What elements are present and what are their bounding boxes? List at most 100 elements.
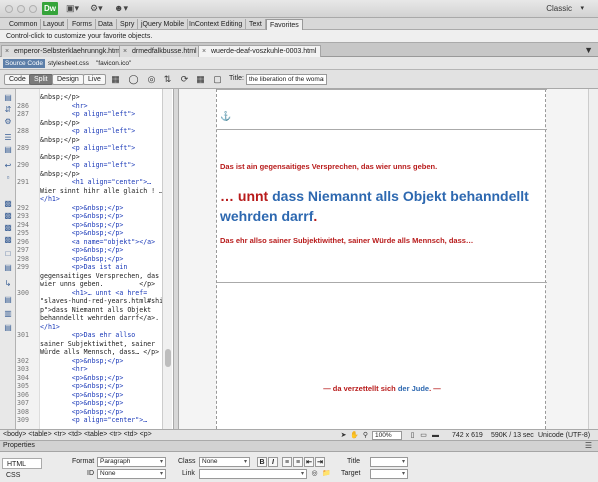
code-line[interactable]: 288 <p align="left"> [16,127,173,136]
code-view-button[interactable]: Code [4,74,31,85]
unordered-list-button[interactable]: ≡ [282,457,292,467]
code-line[interactable]: Wier sinnt hihr alle glaich ! … [16,187,173,196]
multiscreen-icon[interactable]: ▦ [110,74,121,85]
wrap-tag-icon[interactable]: ▩ [3,223,13,232]
design-view[interactable]: ⚓ Das ist ain gegensaitiges Versprechen,… [179,89,598,429]
related-file-css[interactable]: stylesheet.css [48,60,89,67]
css-properties-tab[interactable]: CSS [2,470,42,481]
code-line[interactable]: 287 <p align="left"> [16,110,173,119]
code-line[interactable]: Würde alls Mennsch, dass… </p> [16,348,173,357]
code-line[interactable]: behanndellt wehrden darrf</a>. [16,314,173,323]
pointer-tool-icon[interactable]: ➤ [339,431,348,440]
zoom-select[interactable]: 100% [372,431,402,440]
desktop-size-icon[interactable]: ▬ [431,431,440,440]
code-line[interactable]: 295 <p>&nbsp;</p> [16,229,173,238]
tab-common[interactable]: Common [6,19,42,30]
close-icon[interactable]: × [202,46,206,57]
code-line[interactable]: 309 <p align="center">… [16,416,173,425]
highlight-invalid-icon[interactable]: ▤ [3,145,13,154]
scrollbar-thumb[interactable] [165,349,171,367]
balance-braces-icon[interactable]: ▥ [3,309,13,318]
syntax-coloring-icon[interactable]: ▫ [3,173,13,182]
panel-menu-icon[interactable]: ☰ [585,441,592,450]
apply-comment-icon[interactable]: ▩ [3,199,13,208]
code-line[interactable]: 290 <p align="left"> [16,161,173,170]
related-source-code[interactable]: Source Code [3,59,45,68]
code-line[interactable]: sainer Subjektiwithet, sainer [16,340,173,349]
code-line[interactable]: &nbsp;</p> [16,119,173,128]
design-view-button[interactable]: Design [52,74,84,85]
line-numbers-icon[interactable]: ☰ [3,133,13,142]
hand-tool-icon[interactable]: ✋ [350,431,359,440]
tab-forms[interactable]: Forms [69,19,96,30]
title-input[interactable] [246,74,327,85]
mobile-size-icon[interactable]: ▯ [408,431,417,440]
outdent-icon[interactable]: ↳ [3,279,13,288]
code-line[interactable]: 297 <p>&nbsp;</p> [16,246,173,255]
minimize-window-button[interactable] [17,5,25,13]
format-source-icon[interactable]: ▤ [3,295,13,304]
user-icon[interactable]: ☻▾ [114,3,128,14]
inspect-icon[interactable]: ▢ [212,74,223,85]
split-view-button[interactable]: Split [29,74,53,85]
code-line[interactable]: 286 <hr> [16,102,173,111]
link-input[interactable] [199,469,307,479]
class-select[interactable]: None [199,457,250,467]
globe-icon[interactable]: ◯ [128,74,139,85]
layout-menu-icon[interactable]: ▣▾ [66,3,79,14]
check-page-icon[interactable]: ◎ [146,74,157,85]
indent-icon[interactable]: ▤ [3,263,13,272]
doc-tab-3[interactable]: × wuerde-deaf-voszkuhle-0003.html [198,45,322,57]
format-select[interactable]: Paragraph [97,457,166,467]
tab-jquery-mobile[interactable]: jQuery Mobile [138,19,189,30]
code-line[interactable]: 303 <hr> [16,365,173,374]
doc-tab-2[interactable]: × drmedfalkbusse.html [119,45,202,57]
tag-selector[interactable]: <body> <table> <tr> <td> <table> <tr> <t… [3,431,152,438]
file-management-icon[interactable]: ⇅ [162,74,173,85]
tablet-size-icon[interactable]: ▭ [419,431,428,440]
tab-data[interactable]: Data [95,19,117,30]
bold-button[interactable]: B [257,457,267,467]
code-line[interactable]: </h1> [16,323,173,332]
tab-incontext-editing[interactable]: InContext Editing [186,19,247,30]
code-line[interactable]: 302 <p>&nbsp;</p> [16,357,173,366]
code-line[interactable]: </h1> [16,195,173,204]
code-line[interactable]: 298 <p>&nbsp;</p> [16,255,173,264]
code-scrollbar[interactable] [162,89,172,429]
point-to-file-icon[interactable]: ◎ [310,469,319,478]
code-line[interactable]: 304 <p>&nbsp;</p> [16,374,173,383]
remove-comment-icon[interactable]: ▩ [3,211,13,220]
code-line[interactable]: 296 <a name="objekt"></a> [16,238,173,247]
tab-spry[interactable]: Spry [117,19,139,30]
italic-button[interactable]: I [268,457,278,467]
html-properties-tab[interactable]: HTML [2,458,42,469]
code-line[interactable]: 294 <p>&nbsp;</p> [16,221,173,230]
code-line[interactable]: &nbsp;</p> [16,153,173,162]
filter-icon[interactable]: ▼ [584,45,593,55]
move-css-icon[interactable]: □ [3,249,13,258]
live-view-button[interactable]: Live [83,74,106,85]
title-prop-input[interactable] [370,457,408,467]
close-icon[interactable]: × [123,46,127,57]
window-size[interactable]: 742 x 619 [452,432,483,439]
close-window-button[interactable] [5,5,13,13]
code-line[interactable]: 307 <p>&nbsp;</p> [16,399,173,408]
code-line[interactable]: 293 <p>&nbsp;</p> [16,212,173,221]
code-line[interactable]: 300 <h1>… unnt <a href= [16,289,173,298]
code-view[interactable]: &nbsp;</p> 286 <hr> 287 <p align="left"> &n… [16,89,173,429]
code-line[interactable]: &nbsp;</p> [16,170,173,179]
browse-folder-icon[interactable]: 📁 [322,469,331,478]
recent-snippets-icon[interactable]: ▩ [3,235,13,244]
chevron-down-icon[interactable]: ▾ [580,4,584,12]
related-file-favicon[interactable]: "favicon.ico" [96,60,131,67]
code-line[interactable]: 301 <p>Das ehr allso [16,331,173,340]
doc-tab-1[interactable]: × emperor-Selbsterklaehrunngk.html [1,45,127,57]
code-line[interactable]: wier unns geben. </p> [16,280,173,289]
footer-link[interactable]: der Jude [398,384,429,393]
code-line[interactable]: 305 <p>&nbsp;</p> [16,382,173,391]
code-line[interactable]: 306 <p>&nbsp;</p> [16,391,173,400]
code-line[interactable]: p">dass Niemannt alls Objekt [16,306,173,315]
tab-layout[interactable]: Layout [40,19,69,30]
zoom-tool-icon[interactable]: ⚲ [361,431,370,440]
code-line[interactable]: &nbsp;</p> [16,93,173,102]
